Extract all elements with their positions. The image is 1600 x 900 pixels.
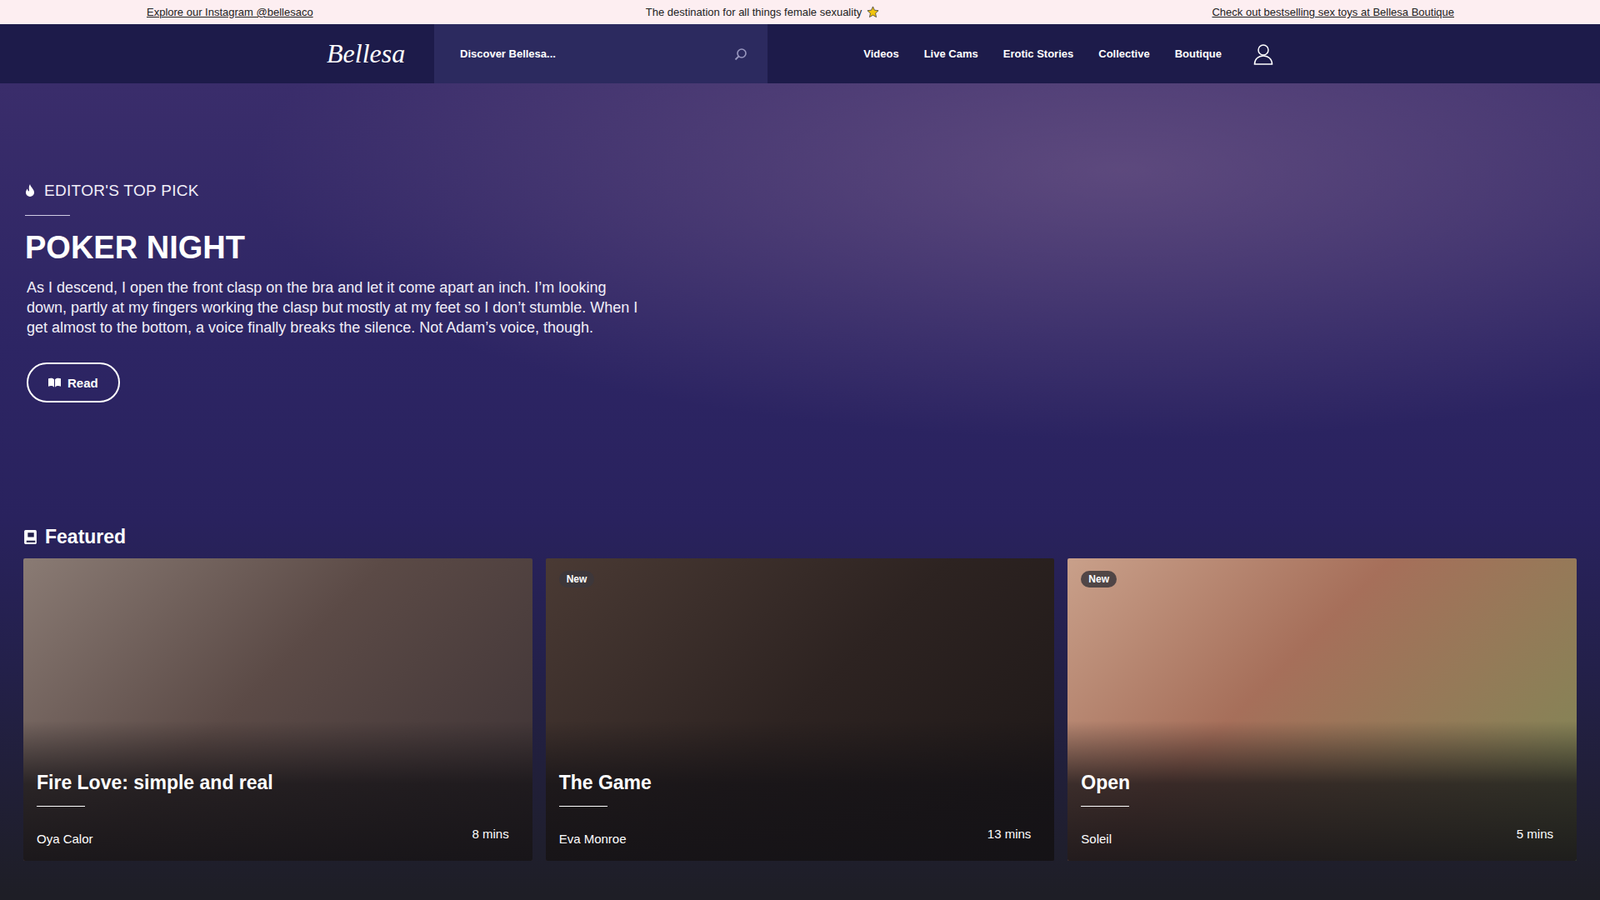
- editor-pick-label: EDITOR'S TOP PICK: [25, 181, 1600, 200]
- read-button[interactable]: Read: [26, 362, 120, 403]
- card-author: Oya Calor: [36, 831, 94, 846]
- card-divider: [36, 805, 85, 807]
- sparkle-icon: [866, 5, 880, 19]
- divider: [25, 215, 70, 216]
- nav-link[interactable]: Boutique: [1175, 47, 1222, 60]
- hero-banner: EDITOR'S TOP PICK POKER NIGHT As I descend…: [0, 83, 1600, 517]
- hero-excerpt: As I descend, I open the front clasp on …: [26, 277, 644, 338]
- book-icon: [23, 529, 38, 545]
- logo[interactable]: Bellesa: [326, 38, 435, 70]
- page: Explore our Instagram @bellesaco The dest…: [0, 0, 1600, 900]
- search-placeholder: Discover Bellesa...: [460, 47, 556, 60]
- story-card[interactable]: New Open Soleil 5 mins: [1067, 558, 1577, 861]
- boutique-link[interactable]: Check out bestselling sex toys at Belles…: [1211, 5, 1455, 19]
- card-meta: Soleil 5 mins: [1080, 826, 1554, 846]
- open-book-icon: [48, 377, 61, 388]
- card-duration: 8 mins: [471, 826, 509, 846]
- card-author: Soleil: [1080, 831, 1112, 846]
- card-divider: [559, 805, 608, 807]
- card-info: Fire Love: simple and real Oya Calor 8 min…: [23, 720, 533, 861]
- search-icon[interactable]: [734, 47, 748, 61]
- card-title: The Game: [559, 770, 1032, 795]
- flame-icon: [25, 184, 35, 198]
- nav-link[interactable]: Erotic Stories: [1003, 47, 1075, 60]
- new-badge: New: [1080, 570, 1117, 588]
- featured-cards: Fire Love: simple and real Oya Calor 8 min…: [23, 558, 1577, 861]
- story-card[interactable]: Fire Love: simple and real Oya Calor 8 min…: [23, 558, 533, 861]
- card-duration: 5 mins: [1516, 826, 1554, 846]
- card-meta: Oya Calor 8 mins: [36, 826, 510, 846]
- instagram-link[interactable]: Explore our Instagram @bellesaco: [146, 5, 314, 19]
- card-meta: Eva Monroe 13 mins: [559, 826, 1032, 846]
- search-field[interactable]: Discover Bellesa...: [434, 24, 768, 84]
- top-banner: Explore our Instagram @bellesaco The dest…: [0, 0, 1600, 25]
- new-badge: New: [559, 570, 595, 588]
- card-title: Fire Love: simple and real: [36, 770, 510, 795]
- nav-link[interactable]: Collective: [1098, 47, 1150, 60]
- featured-section: Featured Fire Love: simple and real Oya Ca…: [0, 516, 1600, 895]
- user-icon[interactable]: [1253, 43, 1274, 65]
- nav-links: Videos Live Cams Erotic Stories Collective B…: [767, 43, 1274, 65]
- card-divider: [1080, 805, 1130, 807]
- story-card[interactable]: New The Game Eva Monroe 13 mins: [545, 558, 1055, 861]
- featured-heading: Featured: [23, 525, 1577, 549]
- tagline: The destination for all things female se…: [645, 5, 880, 19]
- nav-link[interactable]: Videos: [863, 47, 899, 60]
- main-nav: Bellesa Discover Bellesa... Videos Live Cam…: [0, 24, 1600, 84]
- card-title: Open: [1080, 770, 1554, 795]
- card-info: Open Soleil 5 mins: [1067, 720, 1577, 861]
- card-info: The Game Eva Monroe 13 mins: [545, 720, 1055, 861]
- hero-title[interactable]: POKER NIGHT: [25, 229, 1600, 266]
- card-duration: 13 mins: [987, 826, 1032, 846]
- nav-link[interactable]: Live Cams: [924, 47, 979, 60]
- card-author: Eva Monroe: [559, 831, 627, 846]
